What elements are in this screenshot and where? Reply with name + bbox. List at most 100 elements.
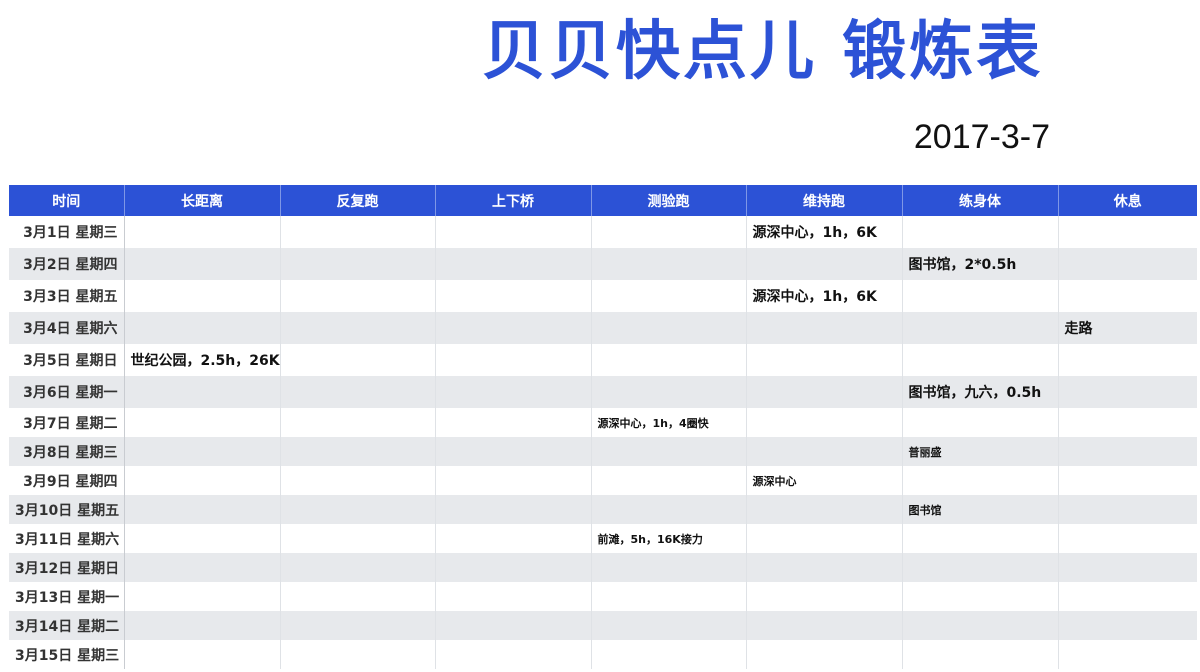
table-cell[interactable]: 世纪公园，2.5h，26K	[124, 344, 281, 376]
table-cell[interactable]	[902, 524, 1059, 553]
column-header[interactable]: 测验跑	[591, 185, 747, 216]
table-cell[interactable]: 前滩，5h，16K接力	[591, 524, 747, 553]
table-cell[interactable]	[591, 437, 747, 466]
table-cell[interactable]	[591, 640, 747, 669]
table-cell[interactable]	[435, 248, 592, 280]
table-cell[interactable]	[902, 466, 1059, 495]
table-cell[interactable]	[124, 524, 281, 553]
date-cell[interactable]: 3月2日 星期四	[9, 248, 125, 280]
table-cell[interactable]	[591, 611, 747, 640]
table-cell[interactable]	[1058, 376, 1197, 408]
table-cell[interactable]	[435, 312, 592, 344]
table-cell[interactable]	[435, 376, 592, 408]
table-cell[interactable]	[902, 312, 1059, 344]
table-cell[interactable]: 图书馆，九六，0.5h	[902, 376, 1059, 408]
table-cell[interactable]	[124, 280, 281, 312]
table-cell[interactable]	[591, 495, 747, 524]
column-header[interactable]: 维持跑	[746, 185, 903, 216]
column-header[interactable]: 反复跑	[280, 185, 436, 216]
table-cell[interactable]	[746, 376, 903, 408]
table-cell[interactable]	[1058, 611, 1197, 640]
table-cell[interactable]	[124, 437, 281, 466]
table-cell[interactable]	[1058, 408, 1197, 437]
table-cell[interactable]	[902, 216, 1059, 248]
table-cell[interactable]	[591, 582, 747, 611]
table-cell[interactable]	[280, 344, 436, 376]
column-header[interactable]: 休息	[1058, 185, 1197, 216]
table-cell[interactable]	[280, 216, 436, 248]
date-cell[interactable]: 3月5日 星期日	[9, 344, 125, 376]
date-cell[interactable]: 3月14日 星期二	[9, 611, 125, 640]
date-cell[interactable]: 3月6日 星期一	[9, 376, 125, 408]
table-cell[interactable]	[435, 466, 592, 495]
table-cell[interactable]	[280, 312, 436, 344]
table-cell[interactable]	[1058, 495, 1197, 524]
table-cell[interactable]	[280, 582, 436, 611]
table-cell[interactable]	[746, 437, 903, 466]
table-cell[interactable]	[124, 495, 281, 524]
table-cell[interactable]	[746, 611, 903, 640]
date-cell[interactable]: 3月12日 星期日	[9, 553, 125, 582]
table-cell[interactable]	[280, 280, 436, 312]
table-cell[interactable]	[1058, 466, 1197, 495]
table-cell[interactable]	[1058, 437, 1197, 466]
table-cell[interactable]: 源深中心，1h，4圈快	[591, 408, 747, 437]
table-cell[interactable]	[746, 640, 903, 669]
table-cell[interactable]	[746, 344, 903, 376]
table-cell[interactable]	[902, 344, 1059, 376]
table-cell[interactable]	[1058, 524, 1197, 553]
table-cell[interactable]	[746, 553, 903, 582]
table-cell[interactable]	[124, 408, 281, 437]
table-cell[interactable]	[280, 495, 436, 524]
table-cell[interactable]	[124, 248, 281, 280]
table-cell[interactable]	[1058, 216, 1197, 248]
table-cell[interactable]	[902, 611, 1059, 640]
table-cell[interactable]	[591, 216, 747, 248]
date-cell[interactable]: 3月13日 星期一	[9, 582, 125, 611]
table-cell[interactable]	[280, 376, 436, 408]
table-cell[interactable]	[1058, 640, 1197, 669]
table-cell[interactable]	[746, 495, 903, 524]
table-cell[interactable]	[435, 611, 592, 640]
column-header[interactable]: 上下桥	[435, 185, 592, 216]
table-cell[interactable]	[435, 640, 592, 669]
table-cell[interactable]	[1058, 344, 1197, 376]
table-cell[interactable]	[124, 216, 281, 248]
table-cell[interactable]	[902, 553, 1059, 582]
table-cell[interactable]	[435, 216, 592, 248]
date-cell[interactable]: 3月9日 星期四	[9, 466, 125, 495]
table-cell[interactable]	[746, 408, 903, 437]
table-cell[interactable]	[746, 582, 903, 611]
table-cell[interactable]	[124, 312, 281, 344]
column-header[interactable]: 练身体	[902, 185, 1059, 216]
table-cell[interactable]	[591, 280, 747, 312]
table-cell[interactable]	[591, 344, 747, 376]
table-cell[interactable]	[591, 553, 747, 582]
table-cell[interactable]	[124, 611, 281, 640]
table-cell[interactable]: 图书馆	[902, 495, 1059, 524]
table-cell[interactable]	[124, 640, 281, 669]
table-cell[interactable]	[435, 553, 592, 582]
table-cell[interactable]	[902, 582, 1059, 611]
table-cell[interactable]	[1058, 248, 1197, 280]
date-cell[interactable]: 3月3日 星期五	[9, 280, 125, 312]
table-cell[interactable]	[902, 408, 1059, 437]
table-cell[interactable]	[746, 312, 903, 344]
table-cell[interactable]: 图书馆，2*0.5h	[902, 248, 1059, 280]
table-cell[interactable]	[280, 524, 436, 553]
table-cell[interactable]	[435, 437, 592, 466]
table-cell[interactable]	[435, 280, 592, 312]
table-cell[interactable]	[902, 280, 1059, 312]
table-cell[interactable]	[591, 248, 747, 280]
date-cell[interactable]: 3月10日 星期五	[9, 495, 125, 524]
date-cell[interactable]: 3月1日 星期三	[9, 216, 125, 248]
table-cell[interactable]	[124, 376, 281, 408]
table-cell[interactable]: 源深中心	[746, 466, 903, 495]
table-cell[interactable]	[124, 582, 281, 611]
column-header[interactable]: 长距离	[124, 185, 281, 216]
table-cell[interactable]	[591, 466, 747, 495]
table-cell[interactable]	[746, 248, 903, 280]
date-cell[interactable]: 3月7日 星期二	[9, 408, 125, 437]
table-cell[interactable]	[280, 466, 436, 495]
table-cell[interactable]	[280, 248, 436, 280]
